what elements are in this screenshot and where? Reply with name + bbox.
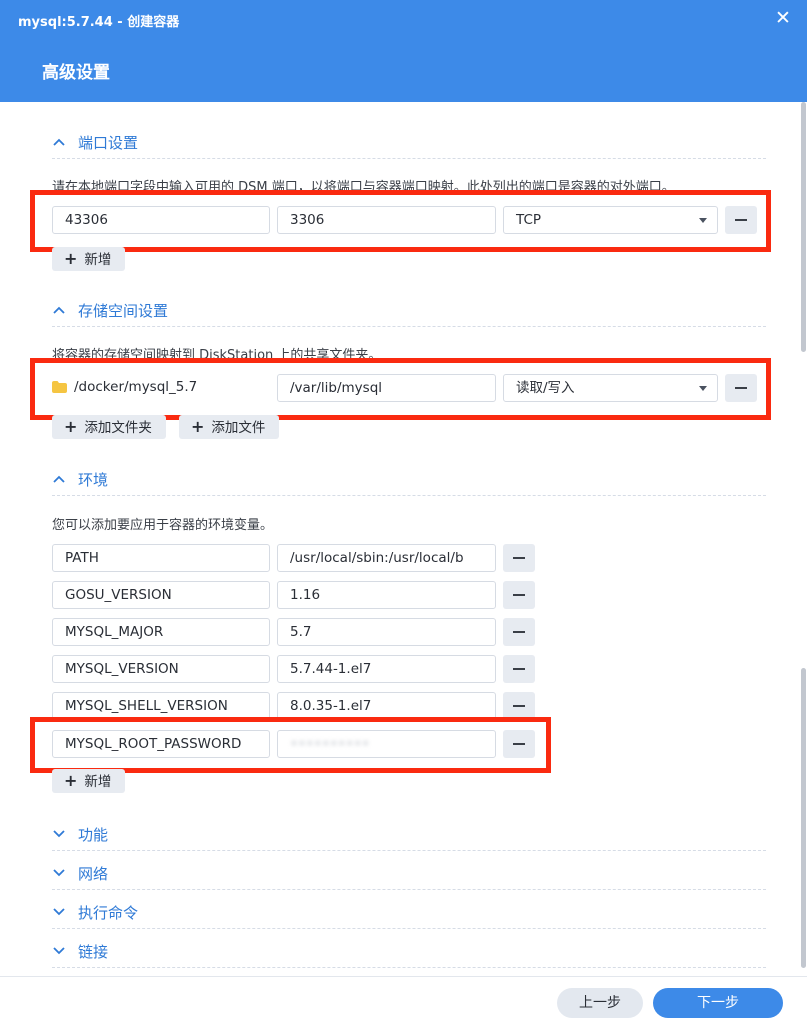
section-header-command[interactable]: 执行命令 <box>52 902 766 929</box>
remove-port-button[interactable] <box>725 206 757 234</box>
chevron-down-icon <box>53 908 65 916</box>
chevron-down-icon <box>53 869 65 877</box>
plus-icon: + <box>191 417 205 436</box>
chevron-down-icon <box>53 947 65 955</box>
env-value-input[interactable]: 1.16 <box>277 581 496 609</box>
container-port-input[interactable]: 3306 <box>277 206 496 234</box>
caret-down-icon <box>699 386 707 391</box>
masked-password-value: •••••••••• <box>290 736 370 752</box>
add-file-label: 添加文件 <box>211 420 266 436</box>
chevron-up-icon <box>53 138 65 146</box>
remove-env-button[interactable] <box>503 618 535 646</box>
section-title-functions: 功能 <box>78 826 109 844</box>
env-value-input[interactable]: /usr/local/sbin:/usr/local/b <box>277 544 496 572</box>
add-port-button[interactable]: + 新增 <box>52 247 126 271</box>
remove-env-button[interactable] <box>503 544 535 572</box>
section-header-links[interactable]: 链接 <box>52 941 766 968</box>
scrollbar-thumb-top[interactable] <box>801 102 806 352</box>
permission-select[interactable]: 读取/写入 <box>503 374 718 402</box>
dialog-header: mysql:5.7.44 - 创建容器 ✕ 高级设置 <box>0 0 807 102</box>
remove-env-button[interactable] <box>503 730 535 758</box>
dialog-footer: 上一步 下一步 <box>0 976 807 1025</box>
chevron-up-icon <box>53 475 65 483</box>
section-header-network[interactable]: 网络 <box>52 863 766 890</box>
remove-env-button[interactable] <box>503 692 535 720</box>
storage-description: 将容器的存储空间映射到 DiskStation 上的共享文件夹。 <box>52 348 382 363</box>
remove-env-button[interactable] <box>503 581 535 609</box>
env-value-input[interactable]: 8.0.35-1.el7 <box>277 692 496 720</box>
section-header-storage[interactable]: 存储空间设置 <box>52 300 766 327</box>
protocol-select[interactable]: TCP <box>503 206 718 234</box>
env-key-input[interactable]: MYSQL_SHELL_VERSION <box>52 692 270 720</box>
scrollbar-thumb[interactable] <box>801 668 806 968</box>
env-key-input[interactable]: MYSQL_ROOT_PASSWORD <box>52 730 270 758</box>
section-title-links: 链接 <box>78 943 109 961</box>
folder-path-value: /docker/mysql_5.7 <box>74 379 198 395</box>
permission-value: 读取/写入 <box>516 380 575 396</box>
section-header-environment[interactable]: 环境 <box>52 469 766 496</box>
env-value-input[interactable]: •••••••••• <box>277 730 496 758</box>
add-port-label: 新增 <box>84 252 112 268</box>
env-key-input[interactable]: GOSU_VERSION <box>52 581 270 609</box>
add-file-button[interactable]: + 添加文件 <box>179 415 280 439</box>
add-folder-label: 添加文件夹 <box>84 420 152 436</box>
remove-volume-button[interactable] <box>725 374 757 402</box>
section-title-command: 执行命令 <box>78 904 139 922</box>
remove-env-button[interactable] <box>503 655 535 683</box>
env-key-input[interactable]: MYSQL_VERSION <box>52 655 270 683</box>
next-button[interactable]: 下一步 <box>653 988 783 1018</box>
local-port-input[interactable]: 43306 <box>52 206 270 234</box>
environment-description: 您可以添加要应用于容器的环境变量。 <box>52 518 274 533</box>
add-folder-button[interactable]: + 添加文件夹 <box>52 415 166 439</box>
folder-icon <box>52 381 67 393</box>
plus-icon: + <box>64 417 78 436</box>
section-title-network: 网络 <box>78 865 109 883</box>
section-title-storage: 存储空间设置 <box>78 302 169 320</box>
chevron-down-icon <box>53 830 65 838</box>
page-title: 高级设置 <box>42 63 110 83</box>
add-env-label: 新增 <box>84 774 112 790</box>
plus-icon: + <box>64 771 78 790</box>
caret-down-icon <box>699 218 707 223</box>
protocol-value: TCP <box>516 212 542 228</box>
env-value-input[interactable]: 5.7 <box>277 618 496 646</box>
env-key-input[interactable]: PATH <box>52 544 270 572</box>
section-title-environment: 环境 <box>78 471 109 489</box>
close-icon[interactable]: ✕ <box>773 8 793 28</box>
add-env-button[interactable]: + 新增 <box>52 769 126 793</box>
plus-icon: + <box>64 249 78 268</box>
ports-description: 请在本地端口字段中输入可用的 DSM 端口，以将端口与容器端口映射。此处列出的端… <box>52 180 675 195</box>
section-title-ports: 端口设置 <box>78 134 139 152</box>
chevron-up-icon <box>53 306 65 314</box>
scrollbar[interactable] <box>800 102 807 976</box>
section-header-functions[interactable]: 功能 <box>52 824 766 851</box>
settings-content: 端口设置 请在本地端口字段中输入可用的 DSM 端口，以将端口与容器端口映射。此… <box>0 102 807 976</box>
env-value-input[interactable]: 5.7.44-1.el7 <box>277 655 496 683</box>
mount-path-input[interactable]: /var/lib/mysql <box>277 374 496 402</box>
previous-button[interactable]: 上一步 <box>557 988 643 1018</box>
window-title: mysql:5.7.44 - 创建容器 <box>18 15 180 30</box>
folder-path-field[interactable]: /docker/mysql_5.7 <box>52 374 270 402</box>
section-header-ports[interactable]: 端口设置 <box>52 132 766 159</box>
env-key-input[interactable]: MYSQL_MAJOR <box>52 618 270 646</box>
